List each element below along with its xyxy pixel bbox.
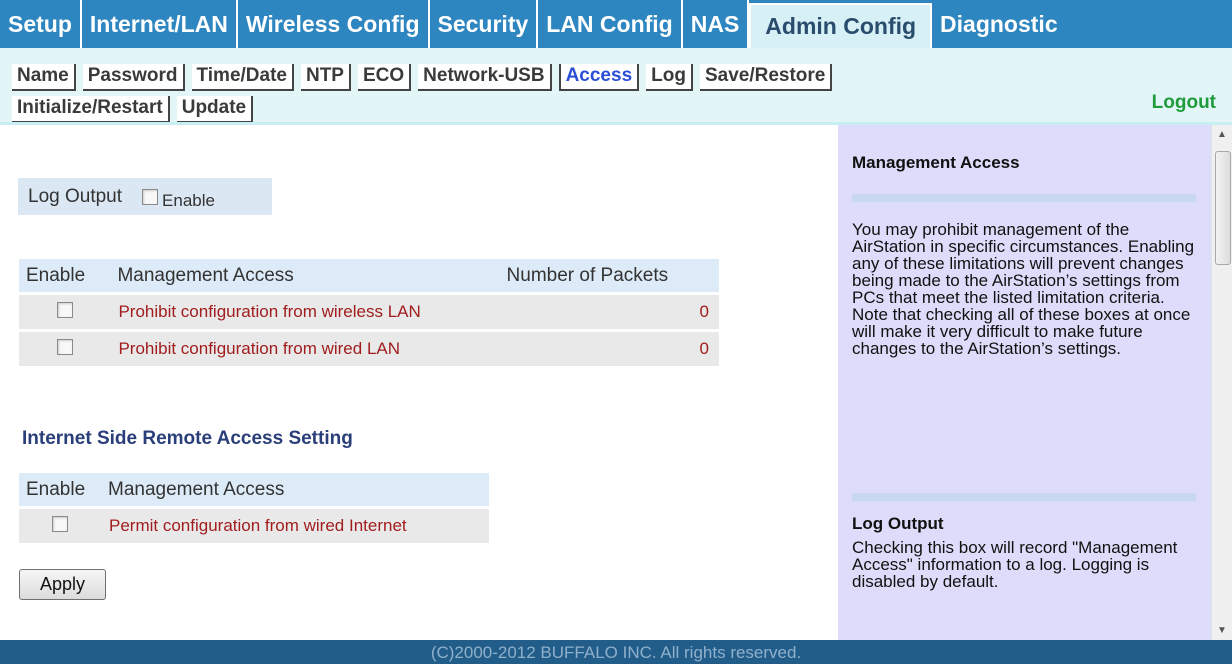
help-title-management-access: Management Access — [852, 153, 1020, 172]
subtab-save-restore[interactable]: Save/Restore — [699, 64, 833, 91]
tab-diagnostic[interactable]: Diagnostic — [932, 0, 1066, 48]
help-paragraph-management-access: You may prohibit management of the AirSt… — [852, 220, 1195, 358]
tab-admin-config[interactable]: Admin Config — [749, 3, 933, 48]
row-label: Permit configuration from wired Internet — [101, 509, 489, 543]
table-row: Prohibit configuration from wireless LAN… — [19, 295, 719, 329]
subtab-initialize-restart[interactable]: Initialize/Restart — [12, 96, 170, 123]
main-content: Log Output Enable Enable Management Acce… — [0, 125, 838, 640]
subtab-eco[interactable]: ECO — [357, 64, 412, 91]
wireless-lan-checkbox[interactable] — [56, 301, 73, 318]
wired-lan-checkbox[interactable] — [56, 338, 73, 355]
sub-nav: Name Password Time/Date NTP ECO Network-… — [0, 48, 1232, 124]
row-label: Prohibit configuration from wired LAN — [110, 332, 500, 366]
tab-wireless-config[interactable]: Wireless Config — [238, 0, 430, 48]
subtab-network-usb[interactable]: Network-USB — [418, 64, 552, 91]
subtab-access[interactable]: Access — [558, 64, 640, 91]
help-paragraph-log-output: Checking this box will record "Managemen… — [852, 538, 1178, 591]
tab-nas[interactable]: NAS — [683, 0, 750, 48]
help-separator — [852, 493, 1196, 501]
subtab-update[interactable]: Update — [176, 96, 254, 123]
logout-link[interactable]: Logout — [1152, 92, 1216, 114]
header-number-of-packets: Number of Packets — [499, 259, 719, 292]
scroll-thumb[interactable] — [1215, 151, 1231, 265]
scroll-up-arrow-icon[interactable]: ▲ — [1217, 129, 1227, 140]
remote-access-table: Enable Management Access Permit configur… — [19, 470, 489, 546]
tab-security[interactable]: Security — [430, 0, 539, 48]
help-separator — [852, 194, 1196, 202]
help-scrollbar[interactable]: ▲ ▼ — [1211, 125, 1232, 640]
log-output-label: Log Output — [28, 185, 123, 207]
remote-access-section-title: Internet Side Remote Access Setting — [22, 428, 353, 449]
tab-setup[interactable]: Setup — [0, 0, 82, 48]
log-output-box: Log Output Enable — [18, 178, 272, 215]
help-title-log-output: Log Output — [852, 514, 944, 533]
footer-copyright: (C)2000-2012 BUFFALO INC. All rights res… — [0, 640, 1232, 664]
packet-count: 0 — [499, 332, 719, 366]
subtab-name[interactable]: Name — [12, 64, 76, 91]
packet-count: 0 — [499, 295, 719, 329]
row-label: Prohibit configuration from wireless LAN — [110, 295, 500, 329]
table-row: Permit configuration from wired Internet — [19, 509, 489, 543]
table-row: Prohibit configuration from wired LAN 0 — [19, 332, 719, 366]
subtab-log[interactable]: Log — [646, 64, 693, 91]
subtab-ntp[interactable]: NTP — [300, 64, 351, 91]
scroll-down-arrow-icon[interactable]: ▼ — [1217, 625, 1227, 636]
wired-internet-checkbox[interactable] — [52, 515, 68, 532]
subtab-password[interactable]: Password — [82, 64, 185, 91]
header-management-access: Management Access — [101, 473, 489, 506]
help-panel: Management Access You may prohibit manag… — [838, 125, 1211, 640]
log-output-enable-label[interactable]: Enable — [162, 191, 215, 211]
apply-button[interactable]: Apply — [19, 569, 106, 600]
management-access-table: Enable Management Access Number of Packe… — [19, 256, 719, 369]
header-enable: Enable — [19, 259, 111, 292]
top-nav: Setup Internet/LAN Wireless Config Secur… — [0, 0, 1232, 48]
subtab-time-date[interactable]: Time/Date — [191, 64, 294, 91]
tab-internet-lan[interactable]: Internet/LAN — [82, 0, 238, 48]
tab-lan-config[interactable]: LAN Config — [538, 0, 683, 48]
header-management-access: Management Access — [110, 259, 500, 292]
log-output-checkbox[interactable] — [142, 188, 159, 205]
header-enable: Enable — [19, 473, 101, 506]
